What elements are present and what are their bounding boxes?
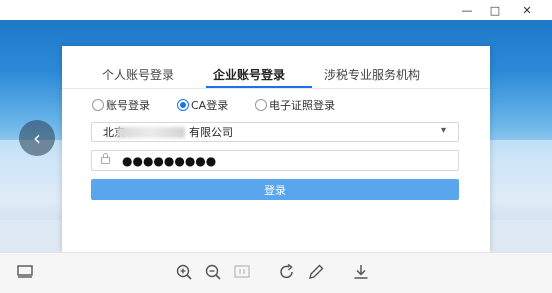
screen-icon[interactable] bbox=[14, 261, 36, 283]
window-titlebar: — □ ✕ bbox=[0, 0, 552, 20]
zoom-out-icon[interactable] bbox=[202, 261, 224, 283]
rotate-icon[interactable] bbox=[276, 261, 298, 283]
radio-e-license-login[interactable]: 电子证照登录 bbox=[255, 97, 335, 113]
tab-enterprise-login[interactable]: 企业账号登录 bbox=[213, 66, 285, 83]
radio-circle-checked-icon bbox=[177, 99, 189, 111]
password-mask: ●●●●●●●●● bbox=[122, 153, 217, 168]
radio-circle-icon bbox=[92, 99, 104, 111]
radio-label: CA登录 bbox=[191, 99, 229, 112]
close-button[interactable]: ✕ bbox=[510, 0, 544, 20]
download-icon[interactable] bbox=[350, 261, 372, 283]
radio-account-login[interactable]: 账号登录 bbox=[92, 97, 150, 113]
tab-personal-login[interactable]: 个人账号登录 bbox=[102, 66, 174, 83]
viewer-toolbar bbox=[0, 252, 552, 293]
maximize-button[interactable]: □ bbox=[478, 0, 512, 20]
active-tab-indicator bbox=[206, 86, 312, 88]
chevron-left-icon: ‹ bbox=[33, 126, 41, 150]
edit-icon[interactable] bbox=[305, 261, 327, 283]
zoom-in-icon[interactable] bbox=[173, 261, 195, 283]
tab-divider bbox=[62, 88, 490, 89]
radio-label: 账号登录 bbox=[106, 99, 150, 112]
fit-icon[interactable] bbox=[231, 261, 253, 283]
radio-ca-login[interactable]: CA登录 bbox=[177, 97, 228, 113]
password-field[interactable]: ●●●●●●●●● bbox=[91, 150, 459, 171]
company-select[interactable]: 北京 有限公司 ▾ bbox=[91, 122, 459, 142]
radio-circle-icon bbox=[255, 99, 267, 111]
tab-tax-agency-login[interactable]: 涉税专业服务机构 bbox=[324, 66, 420, 83]
login-panel: 个人账号登录 企业账号登录 涉税专业服务机构 账号登录 CA登录 电子证照登录 … bbox=[62, 46, 490, 252]
company-name-suffix: 有限公司 bbox=[189, 126, 233, 139]
login-button[interactable]: 登录 bbox=[91, 179, 459, 200]
chevron-down-icon: ▾ bbox=[440, 125, 446, 136]
lock-icon bbox=[101, 153, 110, 164]
redacted-region bbox=[117, 127, 185, 138]
login-button-label: 登录 bbox=[264, 183, 286, 197]
previous-image-button[interactable]: ‹ bbox=[19, 120, 55, 156]
radio-label: 电子证照登录 bbox=[269, 99, 335, 112]
